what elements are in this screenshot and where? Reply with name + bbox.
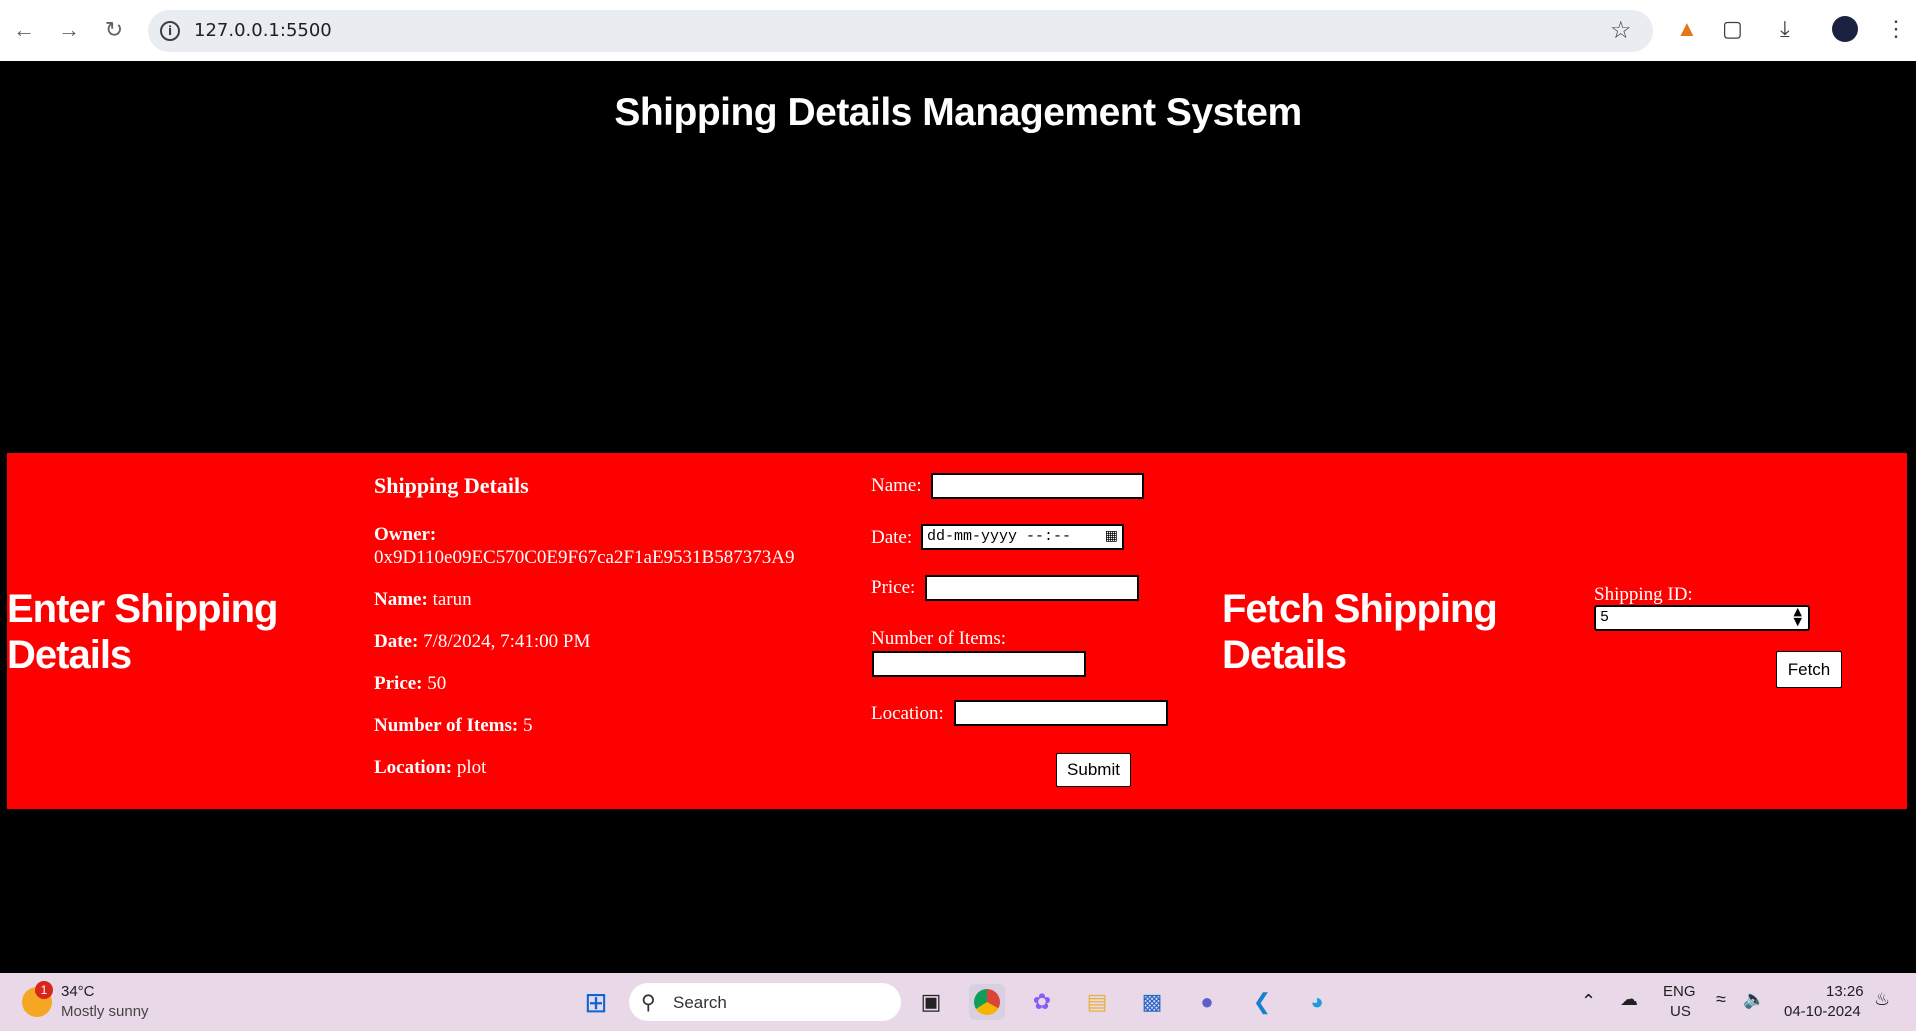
wifi-icon[interactable]: ≈ (1716, 989, 1726, 1010)
language-line1[interactable]: ENG (1663, 983, 1696, 1000)
items-input[interactable] (872, 651, 1086, 677)
url-text[interactable]: 127.0.0.1:5500 (194, 20, 332, 41)
vscode-icon[interactable]: ❮ (1244, 984, 1280, 1020)
shipping-id-input[interactable]: 5 ▲ ▼ (1594, 605, 1810, 631)
reload-icon[interactable]: ↻ (98, 14, 130, 46)
detail-location: Location: plot (374, 757, 487, 778)
metamask-icon[interactable]: ▲ (1676, 16, 1698, 42)
detail-date: Date: 7/8/2024, 7:41:00 PM (374, 631, 591, 652)
fetch-button[interactable]: Fetch (1776, 651, 1842, 688)
calendar-icon[interactable]: ▦ (1105, 528, 1118, 544)
forward-icon[interactable]: → (53, 14, 85, 46)
location-input[interactable] (954, 700, 1168, 726)
clock-time[interactable]: 13:26 (1826, 983, 1864, 1000)
windows-start-icon[interactable]: ⊞ (578, 984, 614, 1020)
back-icon[interactable]: ← (8, 14, 40, 46)
download-icon[interactable]: ⤓ (1780, 16, 1790, 42)
shipping-panel: Enter Shipping Details Shipping Details … (7, 453, 1907, 809)
shipping-id-value: 5 (1600, 609, 1610, 626)
edge-icon[interactable]: ◕ (1299, 984, 1335, 1020)
onedrive-icon[interactable]: ☁ (1620, 989, 1638, 1010)
weather-desc[interactable]: Mostly sunny (61, 1003, 149, 1020)
copilot-icon[interactable]: ✿ (1024, 984, 1060, 1020)
search-icon: ⚲ (641, 992, 656, 1014)
taskbar: 1 34°C Mostly sunny ⊞ ⚲ Search ▣ ✿ ▤ ▩ ●… (0, 973, 1916, 1031)
form-location-label: Location: (871, 703, 944, 724)
form-items-label: Number of Items: (871, 628, 1007, 649)
page-title: Shipping Details Management System (614, 91, 1302, 134)
volume-icon[interactable]: 🔈 (1743, 989, 1765, 1010)
name-input[interactable] (931, 473, 1144, 499)
stepper-icon[interactable]: ▲ ▼ (1794, 606, 1802, 627)
enter-heading: Enter Shipping Details (7, 587, 278, 677)
file-explorer-icon[interactable]: ▤ (1079, 984, 1115, 1020)
store-icon[interactable]: ▩ (1134, 984, 1170, 1020)
address-bar[interactable] (148, 10, 1653, 52)
date-placeholder: dd-mm-yyyy --:-- (927, 528, 1072, 545)
shipping-details: Shipping Details Owner: 0x9D110e09EC570C… (374, 473, 854, 798)
language-line2[interactable]: US (1670, 1003, 1691, 1020)
bookmark-star-icon[interactable]: ☆ (1610, 16, 1632, 45)
chrome-icon[interactable] (969, 984, 1005, 1020)
date-input[interactable]: dd-mm-yyyy --:-- ▦ (921, 524, 1124, 550)
browser-toolbar: ← → ↻ i 127.0.0.1:5500 ☆ ▲ ▢ ⤓ ⋮ (0, 0, 1916, 62)
fetch-heading: Fetch Shipping Details (1222, 587, 1498, 677)
clock-date[interactable]: 04-10-2024 (1784, 1003, 1861, 1020)
page-body: Shipping Details Management System Enter… (0, 61, 1916, 973)
tray-chevron-icon[interactable]: ⌃ (1581, 991, 1596, 1012)
weather-temp[interactable]: 34°C (61, 983, 95, 1000)
detail-items: Number of Items: 5 (374, 715, 533, 736)
notification-bell-icon[interactable]: ♨ (1874, 989, 1890, 1010)
teams-icon[interactable]: ● (1189, 984, 1225, 1020)
profile-avatar[interactable] (1832, 16, 1858, 42)
form-date-label: Date: (871, 527, 913, 548)
shipping-id-label: Shipping ID: (1594, 584, 1693, 605)
detail-price: Price: 50 (374, 673, 447, 694)
detail-owner: Owner: 0x9D110e09EC570C0E9F67ca2F1aE9531… (374, 524, 795, 568)
detail-name: Name: tarun (374, 589, 472, 610)
weather-badge: 1 (35, 981, 53, 999)
submit-button[interactable]: Submit (1056, 753, 1131, 787)
taskbar-search[interactable]: ⚲ Search (629, 983, 901, 1021)
extensions-icon[interactable]: ▢ (1722, 16, 1743, 42)
details-heading: Shipping Details (374, 473, 529, 498)
task-view-icon[interactable]: ▣ (913, 984, 949, 1020)
price-input[interactable] (925, 575, 1139, 601)
form-price-label: Price: (871, 577, 916, 598)
form-name-label: Name: (871, 475, 922, 496)
search-label: Search (673, 993, 727, 1012)
site-info-icon[interactable]: i (160, 21, 180, 41)
menu-icon[interactable]: ⋮ (1885, 16, 1907, 42)
